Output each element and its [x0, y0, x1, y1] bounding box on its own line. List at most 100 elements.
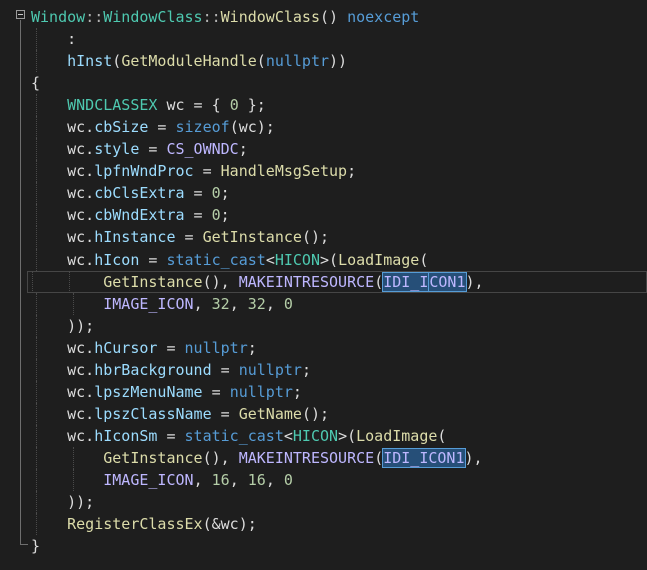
code-line[interactable]: )); [31, 314, 647, 337]
code-token: CS_OWNDC [166, 140, 239, 159]
code-line[interactable]: wc.lpfnWndProc = HandleMsgSetup; [31, 160, 647, 183]
indent-guide [36, 380, 37, 403]
indent-guide [36, 468, 37, 492]
code-token: ; [347, 162, 357, 181]
code-token: >( [338, 426, 357, 445]
code-token: lpfnWndProc [94, 162, 194, 181]
code-line[interactable]: IMAGE_ICON, 16, 16, 0 [31, 468, 647, 492]
code-token: )); [31, 493, 95, 512]
code-line[interactable]: wc.hCursor = nullptr; [31, 336, 647, 359]
indent-guide [73, 468, 74, 492]
collapse-toggle-icon[interactable] [16, 10, 25, 19]
code-line[interactable]: wc.cbWndExtra = 0; [31, 204, 647, 227]
code-line[interactable]: wc.hIcon = static_cast<HICON>(LoadImage( [31, 248, 647, 271]
code-line[interactable]: IMAGE_ICON, 32, 32, 0 [31, 292, 647, 315]
indent-guide [36, 402, 37, 425]
code-line-current[interactable]: GetInstance(), MAKEINTRESOURCE(IDI_ICON1… [27, 270, 647, 293]
code-token: hIcon [94, 250, 140, 269]
code-token: ; [301, 360, 311, 379]
code-token: = [202, 382, 230, 401]
code-token: hInstance [94, 228, 176, 247]
code-line[interactable]: wc.hIconSm = static_cast<HICON>(LoadImag… [31, 424, 647, 447]
indent-guide [36, 116, 37, 139]
code-token: 0 [211, 206, 221, 225]
code-token: wc. [31, 250, 95, 269]
code-token: 0 [229, 96, 239, 115]
code-line[interactable]: WNDCLASSEX wc = { 0 }; [31, 94, 647, 117]
code-line[interactable]: )); [31, 491, 647, 514]
code-line[interactable]: wc.hInstance = GetInstance(); [31, 226, 647, 249]
code-line[interactable]: GetInstance(), MAKEINTRESOURCE(IDI_ICON1… [31, 446, 647, 469]
code-token: )) [329, 52, 348, 71]
code-token: ( [256, 52, 266, 71]
code-token: ; [220, 184, 230, 203]
code-line[interactable]: wc.cbSize = sizeof(wc); [31, 116, 647, 139]
code-token: hInst [67, 52, 113, 71]
code-token: nullptr [265, 52, 330, 71]
code-token: , [229, 294, 248, 313]
code-token: hbrBackground [94, 360, 212, 379]
code-line[interactable]: Window::WindowClass::WindowClass() noexc… [31, 6, 647, 28]
code-line[interactable]: RegisterClassEx(&wc); [31, 513, 647, 536]
code-token: hCursor [94, 338, 158, 357]
code-token: = [175, 228, 203, 247]
indent-guide [36, 204, 37, 227]
code-line[interactable]: : [31, 28, 647, 51]
indent-guide [36, 424, 37, 447]
highlighted-symbol: IDI_I [382, 271, 430, 292]
code-token: ( [419, 250, 429, 269]
code-token: ( [112, 52, 122, 71]
code-token: wc. [31, 382, 95, 401]
code-token: )); [31, 316, 95, 335]
code-line[interactable]: } [31, 535, 647, 557]
code-token: ; [220, 206, 230, 225]
code-token: 16 [247, 470, 266, 489]
code-line[interactable]: wc.lpszClassName = GetName(); [31, 402, 647, 425]
code-line[interactable]: wc.cbClsExtra = 0; [31, 182, 647, 205]
indent-guide [36, 314, 37, 337]
code-token: wc. [31, 426, 95, 445]
code-token: ( [437, 426, 447, 445]
code-lines[interactable]: Window::WindowClass::WindowClass() noexc… [27, 6, 647, 557]
code-token: < [283, 426, 293, 445]
code-token: = [184, 206, 212, 225]
code-token: : [31, 30, 77, 49]
code-token: = [139, 140, 167, 159]
code-token: ), [464, 448, 483, 467]
code-token: MAKEINTRESOURCE [238, 272, 375, 291]
code-token: static_cast [166, 250, 266, 269]
code-token: LoadImage [356, 426, 438, 445]
code-token: 16 [211, 470, 230, 489]
code-token: ; [292, 382, 302, 401]
code-line[interactable]: hInst(GetModuleHandle(nullptr)) [31, 50, 647, 73]
code-token: cbSize [94, 118, 149, 137]
code-token: < [265, 250, 275, 269]
code-token: (), [202, 448, 239, 467]
code-token: sizeof [175, 118, 230, 137]
indent-guide [73, 446, 74, 469]
code-token: , [265, 470, 284, 489]
code-line[interactable]: wc.hbrBackground = nullptr; [31, 358, 647, 381]
code-line[interactable]: wc.lpszMenuName = nullptr; [31, 380, 647, 403]
code-token: hIconSm [94, 426, 158, 445]
code-token: }; [238, 96, 266, 115]
code-editor[interactable]: Window::WindowClass::WindowClass() noexc… [0, 0, 647, 570]
code-token: , [193, 470, 212, 489]
code-line[interactable]: { [31, 72, 647, 94]
code-token: wc. [31, 162, 95, 181]
code-token: IMAGE_ICON [103, 470, 194, 489]
code-token: wc. [31, 206, 95, 225]
code-token: wc. [31, 228, 95, 247]
code-token: = [193, 162, 221, 181]
code-token: wc. [31, 118, 95, 137]
indent-guide [36, 248, 37, 271]
code-token: = [157, 426, 185, 445]
code-token: GetModuleHandle [121, 52, 257, 71]
indent-guide [36, 513, 37, 536]
code-line[interactable]: wc.style = CS_OWNDC; [31, 138, 647, 161]
code-token: lpszMenuName [94, 382, 203, 401]
code-token: = [211, 404, 239, 423]
code-token: ; [247, 338, 257, 357]
code-token: LoadImage [338, 250, 420, 269]
